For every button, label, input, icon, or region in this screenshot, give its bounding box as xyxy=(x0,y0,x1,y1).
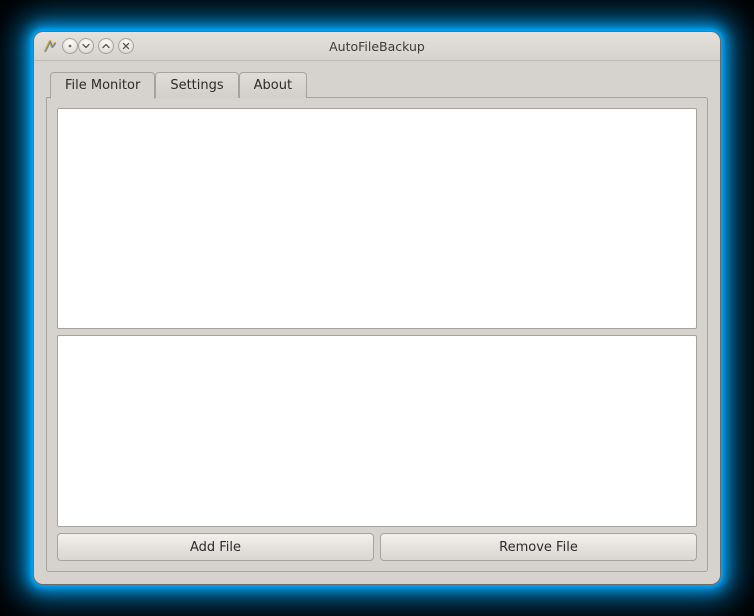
tab-file-monitor[interactable]: File Monitor xyxy=(50,72,155,99)
tab-label: Settings xyxy=(170,78,223,93)
tabstrip: File Monitor Settings About xyxy=(46,71,708,97)
button-row: Add File Remove File xyxy=(57,533,697,561)
maximize-button[interactable] xyxy=(98,38,114,54)
tab-settings[interactable]: Settings xyxy=(155,72,238,98)
app-icon xyxy=(42,38,58,54)
file-list-bottom[interactable] xyxy=(57,335,697,527)
client-area: File Monitor Settings About Add File xyxy=(34,61,720,584)
add-file-button[interactable]: Add File xyxy=(57,533,374,561)
remove-file-button[interactable]: Remove File xyxy=(380,533,697,561)
button-label: Add File xyxy=(190,540,241,555)
titlebar[interactable]: AutoFileBackup xyxy=(34,32,720,61)
tab-about[interactable]: About xyxy=(239,72,307,98)
application-window: AutoFileBackup File Monitor Sett xyxy=(33,31,721,585)
close-button[interactable] xyxy=(118,38,134,54)
minimize-button[interactable] xyxy=(78,38,94,54)
file-list-top[interactable] xyxy=(57,108,697,329)
window-title: AutoFileBackup xyxy=(34,39,720,54)
button-label: Remove File xyxy=(499,540,578,555)
tab-pane-file-monitor: Add File Remove File xyxy=(46,97,708,572)
tab-label: File Monitor xyxy=(65,78,140,93)
tab-label: About xyxy=(254,78,292,93)
window-menu-button[interactable] xyxy=(62,38,78,54)
